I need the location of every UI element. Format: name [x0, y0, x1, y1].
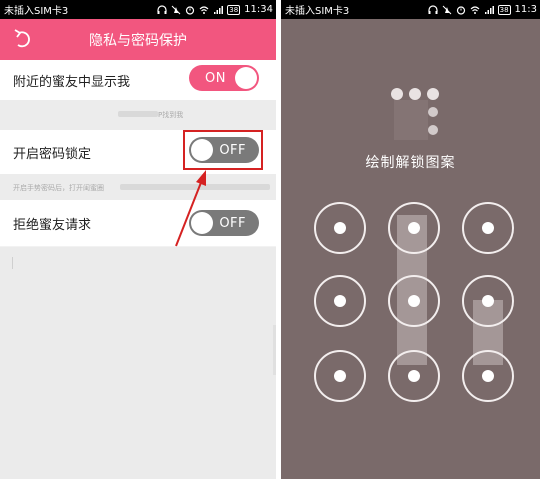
pattern-node[interactable]: [314, 275, 366, 327]
alarm-icon: [186, 5, 195, 15]
notification-off-icon: [171, 5, 181, 14]
lock-pattern-title: 绘制解锁图案: [365, 155, 456, 171]
pattern-trail: [397, 215, 503, 365]
setting-label: 拒绝蜜友请求: [13, 217, 92, 233]
text-cursor-mark: [12, 257, 13, 269]
toggle-state-text: OFF: [219, 215, 246, 231]
empty-content-area: [0, 247, 276, 479]
wifi-icon: [470, 5, 480, 14]
pattern-node[interactable]: [314, 350, 366, 402]
headset-icon: [428, 4, 438, 14]
back-arrow-icon[interactable]: [12, 28, 34, 50]
battery-icon: 38: [227, 4, 241, 15]
toggle-state-text: ON: [205, 70, 226, 86]
nearby-visibility-toggle[interactable]: ON: [189, 65, 259, 91]
toggle-knob: [235, 67, 257, 89]
highlight-box: [183, 130, 263, 170]
password-hint: 开启手势密码后，打开闺蜜圈: [13, 184, 104, 192]
status-bar: 未插入SIM卡3 38 11:34: [0, 0, 276, 19]
setting-label: 附近的蜜友中显示我: [13, 74, 131, 90]
pattern-lock-area[interactable]: [281, 19, 540, 479]
carrier-text: 未插入SIM卡3: [285, 6, 350, 17]
nearby-hint: P找到我: [158, 111, 184, 119]
blurred-text: [118, 111, 158, 117]
notification-off-icon: [442, 5, 451, 14]
signal-icon: [484, 5, 494, 14]
setting-label: 开启密码锁定: [13, 146, 92, 162]
wifi-icon: [199, 5, 209, 14]
alarm-icon: [456, 5, 465, 15]
status-time: 11:34: [244, 4, 273, 15]
pattern-node[interactable]: [462, 202, 514, 254]
right-screen: 未插入SIM卡3 38 11:3 绘制解锁图案: [281, 0, 540, 479]
app-header: 隐私与密码保护: [0, 19, 276, 60]
status-time: 11:3: [514, 4, 537, 15]
headset-icon: [157, 4, 167, 14]
annotation-arrow-icon: [175, 170, 206, 247]
carrier-text: 未插入SIM卡3: [4, 6, 69, 17]
status-bar: 未插入SIM卡3 38 11:3: [281, 0, 540, 19]
left-screen: 未插入SIM卡3 38 11:34 隐私与密码保护 附近的蜜友中显示我 ON P…: [0, 0, 276, 479]
pattern-node[interactable]: [314, 202, 366, 254]
pattern-preview-icon: [391, 88, 439, 140]
page-title: 隐私与密码保护: [89, 32, 187, 49]
battery-icon: 38: [497, 4, 511, 15]
signal-icon: [214, 5, 224, 14]
